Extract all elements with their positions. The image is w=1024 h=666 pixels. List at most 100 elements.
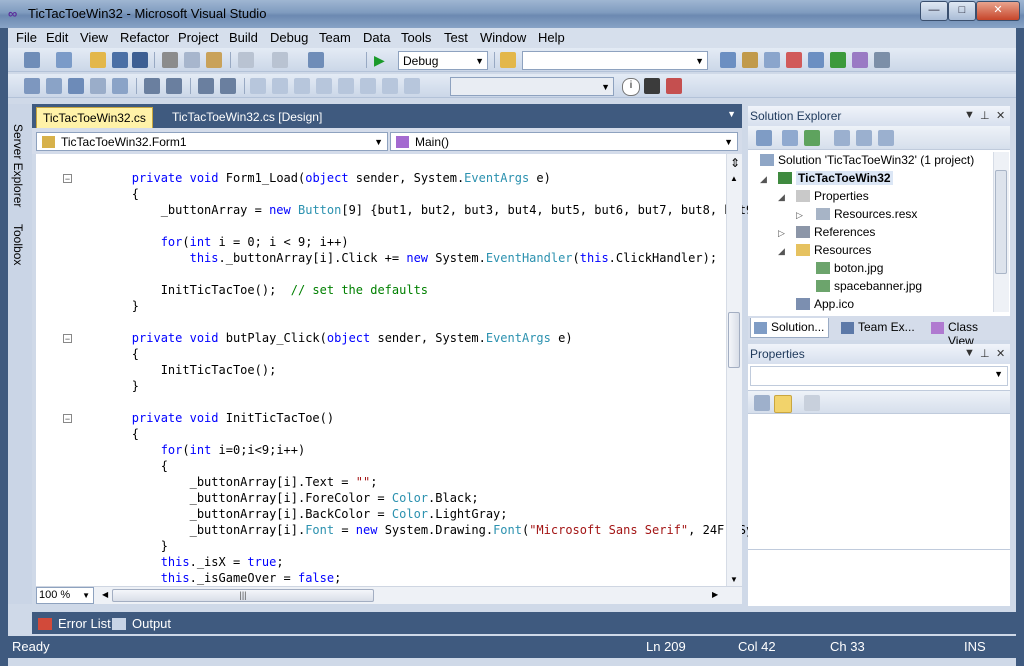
tree-item-resources-resx[interactable]: Resources.resx xyxy=(816,205,917,223)
previous-bookmark-icon[interactable] xyxy=(272,78,288,94)
horizontal-scroll-thumb[interactable]: ||| xyxy=(112,589,374,602)
next-bookmark-icon[interactable] xyxy=(294,78,310,94)
uncomment-lines-icon[interactable] xyxy=(220,78,236,94)
comment-lines-icon[interactable] xyxy=(198,78,214,94)
tab-code[interactable]: TicTacToeWin32.cs xyxy=(36,107,153,128)
team-explorer-icon[interactable] xyxy=(852,52,868,68)
next-bookmark-folder-icon[interactable] xyxy=(338,78,354,94)
menu-refactor[interactable]: Refactor xyxy=(120,30,169,45)
window-position-icon[interactable]: ▼ xyxy=(964,109,975,121)
collapse-icon[interactable]: − xyxy=(63,414,72,424)
alphabetical-icon[interactable] xyxy=(774,395,792,413)
clear-bookmarks-icon[interactable] xyxy=(404,78,420,94)
split-handle-icon[interactable]: ⇕ xyxy=(730,156,740,170)
tab-output[interactable]: Output xyxy=(106,614,175,634)
close-button[interactable]: ✕ xyxy=(976,1,1020,21)
save-all-icon[interactable] xyxy=(132,52,148,68)
menu-file[interactable]: File xyxy=(16,30,37,45)
tab-team-explorer[interactable]: Team Ex... xyxy=(838,318,919,338)
list-members-icon[interactable] xyxy=(24,78,40,94)
tree-item-properties[interactable]: Properties xyxy=(796,187,869,205)
tab-error-list[interactable]: Error List xyxy=(32,614,115,634)
menu-data[interactable]: Data xyxy=(363,30,390,45)
properties-object-combo[interactable]: ▼ xyxy=(750,366,1008,386)
menu-tools[interactable]: Tools xyxy=(401,30,431,45)
find-combo[interactable]: ▼ xyxy=(522,51,708,70)
tree-item-references[interactable]: References xyxy=(796,223,875,241)
tree-item-spacebanner[interactable]: spacebanner.jpg xyxy=(816,277,922,295)
solution-scroll-thumb[interactable] xyxy=(995,170,1007,274)
undo-icon[interactable] xyxy=(238,52,254,68)
show-all-files-icon[interactable] xyxy=(782,130,798,146)
toolbox-icon[interactable] xyxy=(786,52,802,68)
bookmark-icon[interactable] xyxy=(250,78,266,94)
server-explorer-tab[interactable]: Server Explorer xyxy=(11,124,25,207)
vertical-scroll-thumb[interactable] xyxy=(728,312,740,368)
tab-solution-explorer[interactable]: Solution... xyxy=(750,318,830,338)
categorized-icon[interactable] xyxy=(754,395,770,411)
menu-window[interactable]: Window xyxy=(480,30,526,45)
save-icon[interactable] xyxy=(112,52,128,68)
collapse-icon[interactable]: − xyxy=(63,174,72,184)
window-position-icon[interactable]: ▼ xyxy=(964,347,975,359)
paste-icon[interactable] xyxy=(206,52,222,68)
menu-view[interactable]: View xyxy=(80,30,108,45)
tab-design[interactable]: TicTacToeWin32.cs [Design] xyxy=(166,107,328,128)
auto-hide-pin-icon[interactable]: ⊥ xyxy=(980,109,990,122)
property-pages-icon[interactable] xyxy=(804,395,820,411)
menu-project[interactable]: Project xyxy=(178,30,218,45)
properties-icon[interactable] xyxy=(756,130,772,146)
collapse-arrow-icon[interactable]: ◢ xyxy=(778,192,785,203)
prev-bookmark-folder-icon[interactable] xyxy=(316,78,332,94)
menu-test[interactable]: Test xyxy=(444,30,468,45)
start-page-icon[interactable] xyxy=(830,52,846,68)
properties-window-icon[interactable] xyxy=(742,52,758,68)
start-debugging-icon[interactable]: ▶ xyxy=(374,52,390,68)
expand-arrow-icon[interactable]: ▷ xyxy=(778,228,785,239)
collapse-arrow-icon[interactable]: ◢ xyxy=(778,246,785,257)
copy-icon[interactable] xyxy=(184,52,200,68)
new-project-icon[interactable] xyxy=(24,52,40,68)
auto-hide-pin-icon[interactable]: ⊥ xyxy=(980,347,990,360)
scroll-right-icon[interactable]: ▶ xyxy=(712,590,718,599)
view-class-diagram-icon[interactable] xyxy=(878,130,894,146)
parameter-info-icon[interactable] xyxy=(46,78,62,94)
tree-item-project[interactable]: TicTacToeWin32 xyxy=(778,169,893,187)
tab-dropdown-icon[interactable]: ▼ xyxy=(727,109,736,119)
redo-icon[interactable] xyxy=(272,52,288,68)
minimize-button[interactable]: — xyxy=(920,1,948,21)
collapse-icon[interactable]: − xyxy=(63,334,72,344)
member-combo[interactable]: Main() ▼ xyxy=(390,132,738,151)
quick-info-icon[interactable] xyxy=(68,78,84,94)
maximize-button[interactable]: □ xyxy=(948,1,976,21)
scroll-up-icon[interactable]: ▲ xyxy=(730,174,738,183)
prev-bookmark-doc-icon[interactable] xyxy=(360,78,376,94)
navigate-backward-icon[interactable] xyxy=(308,52,324,68)
find-in-files-icon[interactable] xyxy=(500,52,516,68)
tab-class-view[interactable]: Class View xyxy=(928,318,1010,348)
refresh-icon[interactable] xyxy=(804,130,820,146)
menu-debug[interactable]: Debug xyxy=(270,30,308,45)
info-icon[interactable]: i xyxy=(622,78,640,96)
tree-item-app-ico[interactable]: App.ico xyxy=(796,295,854,313)
menu-team[interactable]: Team xyxy=(319,30,351,45)
properties-grid[interactable] xyxy=(748,414,1010,550)
tree-item-resources[interactable]: Resources xyxy=(796,241,871,259)
class-combo[interactable]: TicTacToeWin32.Form1 ▼ xyxy=(36,132,388,151)
open-file-icon[interactable] xyxy=(90,52,106,68)
command-window-icon[interactable] xyxy=(874,52,890,68)
class-view-icon[interactable] xyxy=(808,52,824,68)
next-bookmark-doc-icon[interactable] xyxy=(382,78,398,94)
view-designer-icon[interactable] xyxy=(856,130,872,146)
menu-build[interactable]: Build xyxy=(229,30,258,45)
solution-explorer-icon[interactable] xyxy=(720,52,736,68)
cut-icon[interactable] xyxy=(162,52,178,68)
menu-edit[interactable]: Edit xyxy=(46,30,68,45)
shapes-icon[interactable] xyxy=(666,78,682,94)
editor-vertical-scrollbar[interactable]: ⇕ ▲ ▼ xyxy=(726,154,742,586)
add-item-icon[interactable] xyxy=(56,52,72,68)
scroll-left-icon[interactable]: ◀ xyxy=(102,590,108,599)
solution-config-combo[interactable]: Debug ▼ xyxy=(398,51,488,70)
device-icon[interactable] xyxy=(644,78,660,94)
expand-arrow-icon[interactable]: ▷ xyxy=(796,210,803,221)
